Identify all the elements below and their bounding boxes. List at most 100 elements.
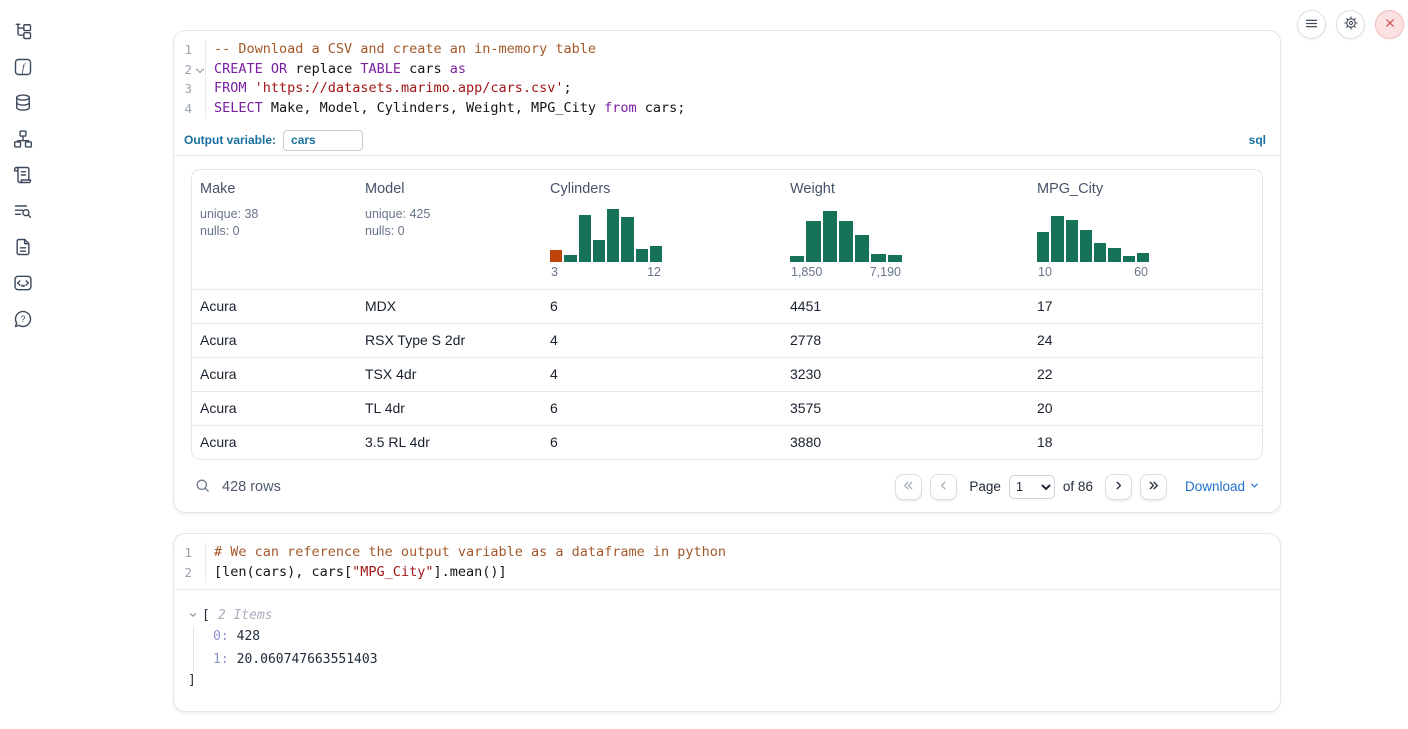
fold-chevron-icon[interactable] [196,64,204,72]
table-cell: RSX Type S 2dr [357,324,542,357]
table-cell: 22 [1029,358,1262,391]
download-label: Download [1185,479,1245,494]
code-line[interactable]: 2CREATE OR replace TABLE cars as [174,60,1280,80]
tree-items: 0:4281:20.060747663551403 [193,626,1262,671]
table-cell: Acura [192,392,357,425]
document-icon [13,237,33,260]
table-cell: 6 [542,392,782,425]
code-line[interactable]: 4SELECT Make, Model, Cylinders, Weight, … [174,99,1280,119]
table-header-row: Makeunique: 38nulls: 0Modelunique: 425nu… [192,170,1262,289]
search-icon [194,477,211,497]
column-header-mpg_city[interactable]: MPG_City1060 [1029,170,1262,289]
last-page-button[interactable] [1140,474,1167,500]
table-cell: TSX 4dr [357,358,542,391]
table-cell: 4451 [782,290,1029,323]
helper-sidebar: f ? [0,0,46,729]
sidebar-item-variables[interactable]: f [13,58,33,78]
search-list-icon [13,201,33,224]
scroll-icon [13,165,33,188]
column-histogram [790,209,902,262]
gear-icon [1343,15,1359,34]
code-snippet-icon [13,273,33,296]
tree-open-bracket: [ [202,608,210,623]
first-page-button[interactable] [895,474,922,500]
sidebar-item-scratchpad[interactable] [13,166,33,186]
table-search-button[interactable] [194,477,211,497]
table-cell: 6 [542,290,782,323]
sidebar-item-dependency-graph[interactable] [13,130,33,150]
row-count-label: 428 rows [222,479,281,495]
database-icon [13,93,33,116]
table-row: AcuraMDX6445117 [192,289,1262,323]
chevron-left-icon [937,479,950,495]
cell-language-badge: sql [1249,133,1266,147]
menu-button[interactable] [1297,10,1326,39]
page-select[interactable]: 1 [1009,475,1055,499]
table-cell: TL 4dr [357,392,542,425]
table-cell: 3230 [782,358,1029,391]
svg-text:?: ? [20,314,25,324]
page-total-label: of 86 [1063,479,1093,494]
code-line[interactable]: 2[len(cars), cars["MPG_City"].mean()] [174,563,1280,583]
table-row: AcuraRSX Type S 2dr4277824 [192,323,1262,357]
shutdown-button[interactable] [1375,10,1404,39]
table-cell: 20 [1029,392,1262,425]
column-histogram [1037,209,1149,262]
code-line[interactable]: 1-- Download a CSV and create an in-memo… [174,40,1280,60]
python-cell: 1# We can reference the output variable … [173,533,1281,712]
column-header-make[interactable]: Makeunique: 38nulls: 0 [192,170,357,289]
settings-button[interactable] [1336,10,1365,39]
code-line[interactable]: 1# We can reference the output variable … [174,543,1280,563]
hamburger-menu-icon [1304,16,1319,34]
code-line[interactable]: 3FROM 'https://datasets.marimo.app/cars.… [174,79,1280,99]
sidebar-item-datasources[interactable] [13,94,33,114]
sql-code-editor[interactable]: 1-- Download a CSV and create an in-memo… [174,31,1280,126]
pagination: Page 1 of 86 Download [895,474,1260,500]
table-cell: Acura [192,426,357,459]
chevrons-right-icon [1147,479,1160,495]
table-cell: 24 [1029,324,1262,357]
table-cell: Acura [192,290,357,323]
python-code-editor[interactable]: 1# We can reference the output variable … [174,534,1280,589]
sidebar-item-documentation[interactable] [13,238,33,258]
sql-cell-footer: Output variable: sql [174,126,1280,156]
tree-close-bracket: ] [188,671,1262,691]
output-variable-label: Output variable: [184,133,276,147]
column-histogram [550,209,662,262]
svg-text:f: f [22,61,27,73]
help-circle-icon: ? [13,309,33,332]
next-page-button[interactable] [1105,474,1132,500]
table-cell: 2778 [782,324,1029,357]
data-table: Makeunique: 38nulls: 0Modelunique: 425nu… [191,169,1263,460]
table-cell: 3575 [782,392,1029,425]
function-square-icon: f [13,57,33,80]
tree-collapse-toggle[interactable] [188,610,198,620]
table-cell: 3.5 RL 4dr [357,426,542,459]
sidebar-item-help[interactable]: ? [13,310,33,330]
output-variable-input[interactable] [283,130,363,151]
prev-page-button[interactable] [930,474,957,500]
tree-item: 0:428 [213,626,1262,649]
file-tree-icon [13,21,33,44]
column-header-cylinders[interactable]: Cylinders312 [542,170,782,289]
close-icon [1383,16,1397,33]
column-header-model[interactable]: Modelunique: 425nulls: 0 [357,170,542,289]
sql-cell-output: Makeunique: 38nulls: 0Modelunique: 425nu… [174,156,1280,505]
table-row: AcuraTL 4dr6357520 [192,391,1262,425]
chevron-down-icon [1249,479,1260,494]
sidebar-item-file-explorer[interactable] [13,22,33,42]
table-cell: 4 [542,324,782,357]
sidebar-item-snippets[interactable] [13,274,33,294]
notebook-actions [1297,10,1404,39]
download-button[interactable]: Download [1185,479,1260,494]
table-cell: Acura [192,324,357,357]
chevron-right-icon [1112,479,1125,495]
network-icon [13,129,33,152]
column-header-weight[interactable]: Weight1,8507,190 [782,170,1029,289]
table-footer: 428 rows Page 1 of 86 [191,469,1263,505]
chevrons-left-icon [902,479,915,495]
table-cell: 4 [542,358,782,391]
sidebar-item-logs[interactable] [13,202,33,222]
table-cell: Acura [192,358,357,391]
sql-cell: 1-- Download a CSV and create an in-memo… [173,30,1281,513]
